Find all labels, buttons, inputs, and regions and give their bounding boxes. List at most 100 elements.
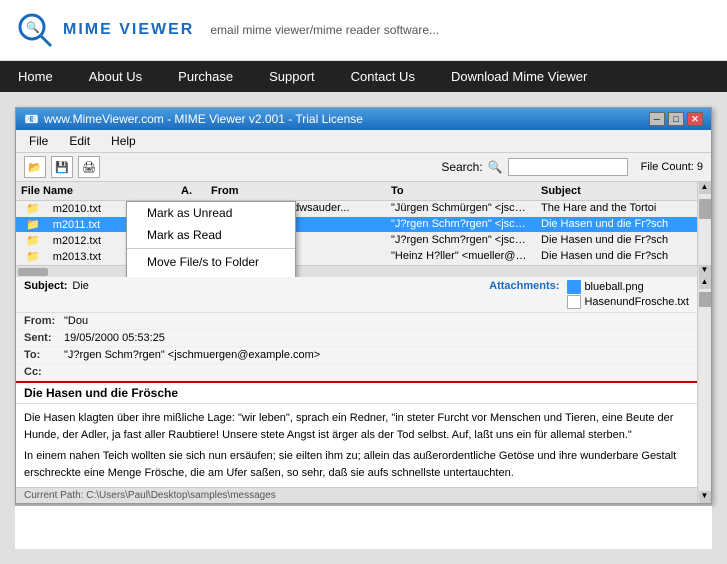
col-to: To: [386, 184, 536, 198]
logo-tagline: email mime viewer/mime reader software..…: [210, 23, 439, 37]
filelist-main: File Name A. From To Subject 📁m2010.txt …: [16, 182, 697, 277]
preview-attachments-area: Attachments: blueball.png HasenundFrosch…: [357, 280, 690, 309]
col-att: A.: [176, 184, 206, 198]
cell-to: "J?rgen Schm?rgen" <jschmu...: [386, 233, 536, 248]
preview-vscroll[interactable]: ▲ ▼: [697, 277, 711, 503]
subject-value: Die: [72, 280, 89, 309]
preview-footer: Current Path: C:\Users\Paul\Desktop\samp…: [16, 487, 697, 503]
window-controls: ─ □ ✕: [649, 112, 703, 126]
menu-help[interactable]: Help: [103, 132, 144, 150]
hscroll-thumb[interactable]: [18, 268, 48, 276]
window-title-area: 📧 www.MimeViewer.com - MIME Viewer v2.00…: [24, 112, 363, 126]
main-nav: Home About Us Purchase Support Contact U…: [0, 61, 727, 92]
filelist-rows-container: 📁m2010.txt 2 "Doug Sauder" <dwsauder... …: [16, 201, 697, 265]
table-row[interactable]: 📁m2013.txt ... "Heinz H?ller" <mueller@e…: [16, 249, 697, 265]
toolbar-print-btn[interactable]: 🖨: [78, 156, 100, 178]
preview-body: Die Hasen klagten über ihre mißliche Lag…: [16, 404, 697, 487]
subject-label: Subject:: [24, 280, 67, 309]
scroll-down-btn[interactable]: ▼: [699, 265, 711, 277]
preview-from-row: From: "Dou: [16, 313, 697, 330]
scroll-up-btn[interactable]: ▲: [699, 182, 711, 194]
preview-main: Subject: Die Attachments: blueball.png: [16, 277, 697, 503]
context-menu: Mark as Unread Mark as Read Move File/s …: [126, 201, 296, 277]
toolbar-open-btn[interactable]: 📂: [24, 156, 46, 178]
window-title-text: www.MimeViewer.com - MIME Viewer v2.001 …: [44, 112, 363, 126]
attachment-item: blueball.png: [567, 280, 689, 294]
preview-to-row: To: "J?rgen Schm?rgen" <jschmuergen@exam…: [16, 347, 697, 364]
from-label: From:: [24, 315, 59, 327]
file-count: File Count: 9: [641, 161, 703, 173]
cc-label: Cc:: [24, 366, 59, 378]
nav-support[interactable]: Support: [251, 61, 333, 92]
window-titlebar: 📧 www.MimeViewer.com - MIME Viewer v2.00…: [16, 108, 711, 130]
attachment-png-icon: [567, 280, 581, 294]
cell-to: "Heinz H?ller" <mueller@exa...: [386, 249, 536, 264]
table-row[interactable]: 📁m2012.txt ... "J?rgen Schm?rgen" <jschm…: [16, 233, 697, 249]
attachment-item: HasenundFrosche.txt: [567, 295, 689, 309]
context-copy-folder[interactable]: Copy File/s to Folder: [127, 273, 295, 277]
logo-container: 🔍 MIME VIEWER email mime viewer/mime rea…: [15, 10, 439, 50]
context-mark-unread[interactable]: Mark as Unread: [127, 202, 295, 224]
logo-text: MIME VIEWER: [63, 21, 194, 39]
preview-scroll-up-btn[interactable]: ▲: [699, 277, 711, 289]
toolbar-save-btn[interactable]: 💾: [51, 156, 73, 178]
preview-sent-row: Sent: 19/05/2000 05:53:25: [16, 330, 697, 347]
preview-subject-bar: Die Hasen und die Frösche: [16, 381, 697, 404]
minimize-button[interactable]: ─: [649, 112, 665, 126]
cell-subject: Die Hasen und die Fr?sch: [536, 249, 697, 264]
to-label: To:: [24, 349, 59, 361]
filelist-outer: File Name A. From To Subject 📁m2010.txt …: [16, 182, 711, 277]
cell-subject: Die Hasen und die Fr?sch: [536, 217, 697, 232]
folder-icon: 📁: [21, 202, 45, 216]
context-move-folder[interactable]: Move File/s to Folder: [127, 251, 295, 273]
main-content: 📧 www.MimeViewer.com - MIME Viewer v2.00…: [0, 92, 727, 564]
preview-outer: Subject: Die Attachments: blueball.png: [16, 277, 711, 503]
folder-icon: 📁: [21, 234, 45, 248]
attachments-label: Attachments:: [489, 280, 559, 309]
context-mark-read[interactable]: Mark as Read: [127, 224, 295, 246]
menu-edit[interactable]: Edit: [61, 132, 98, 150]
nav-home[interactable]: Home: [0, 61, 71, 92]
filelist-vscroll[interactable]: ▲ ▼: [697, 182, 711, 277]
site-header: 🔍 MIME VIEWER email mime viewer/mime rea…: [0, 0, 727, 61]
svg-text:🔍: 🔍: [26, 20, 40, 34]
nav-download[interactable]: Download Mime Viewer: [433, 61, 605, 92]
search-input[interactable]: [508, 158, 628, 176]
table-row[interactable]: 📁m2010.txt 2 "Doug Sauder" <dwsauder... …: [16, 201, 697, 217]
cell-subject: The Hare and the Tortoi: [536, 201, 697, 216]
bottom-ad: [15, 504, 712, 549]
col-subject: Subject: [536, 184, 697, 198]
close-button[interactable]: ✕: [687, 112, 703, 126]
preview-scroll-down-btn[interactable]: ▼: [699, 491, 711, 503]
body-para-2: In einem nahen Teich wollten sie sich nu…: [24, 448, 689, 481]
preview-subject-text: Die Hasen und die Frösche: [24, 386, 178, 400]
table-row[interactable]: 📁m2011.txt 2 ... "J?rgen Schm?rgen" <jsc…: [16, 217, 697, 233]
logo-icon: 🔍: [15, 10, 55, 50]
preview-scroll-thumb[interactable]: [699, 292, 711, 307]
scroll-thumb[interactable]: [699, 199, 711, 219]
search-label: Search:: [441, 160, 482, 174]
preview-cc-row: Cc:: [16, 364, 697, 381]
folder-icon: 📁: [21, 218, 45, 232]
col-filename: File Name: [16, 184, 176, 198]
preview-header-row1: Subject: Die Attachments: blueball.png: [16, 277, 697, 313]
to-value: "J?rgen Schm?rgen" <jschmuergen@example.…: [64, 349, 320, 361]
cell-subject: Die Hasen und die Fr?sch: [536, 233, 697, 248]
nav-purchase[interactable]: Purchase: [160, 61, 251, 92]
body-para-1: Die Hasen klagten über ihre mißliche Lag…: [24, 410, 689, 443]
sent-label: Sent:: [24, 332, 59, 344]
menu-file[interactable]: File: [21, 132, 56, 150]
maximize-button[interactable]: □: [668, 112, 684, 126]
menu-bar: File Edit Help: [16, 130, 711, 153]
sent-value: 19/05/2000 05:53:25: [64, 332, 165, 344]
folder-icon: 📁: [21, 250, 45, 264]
nav-about[interactable]: About Us: [71, 61, 160, 92]
search-icon-btn[interactable]: 🔍: [488, 160, 503, 174]
filelist-header: File Name A. From To Subject: [16, 182, 697, 201]
attachments-list: blueball.png HasenundFrosche.txt: [567, 280, 689, 309]
window-title-icon: 📧: [24, 112, 39, 126]
nav-contact[interactable]: Contact Us: [333, 61, 433, 92]
hscroll-bar[interactable]: [16, 265, 697, 277]
cell-to: "Jürgen Schmürgen" <jschmue...: [386, 201, 536, 216]
cell-to: "J?rgen Schm?rgen" <jschmu...: [386, 217, 536, 232]
